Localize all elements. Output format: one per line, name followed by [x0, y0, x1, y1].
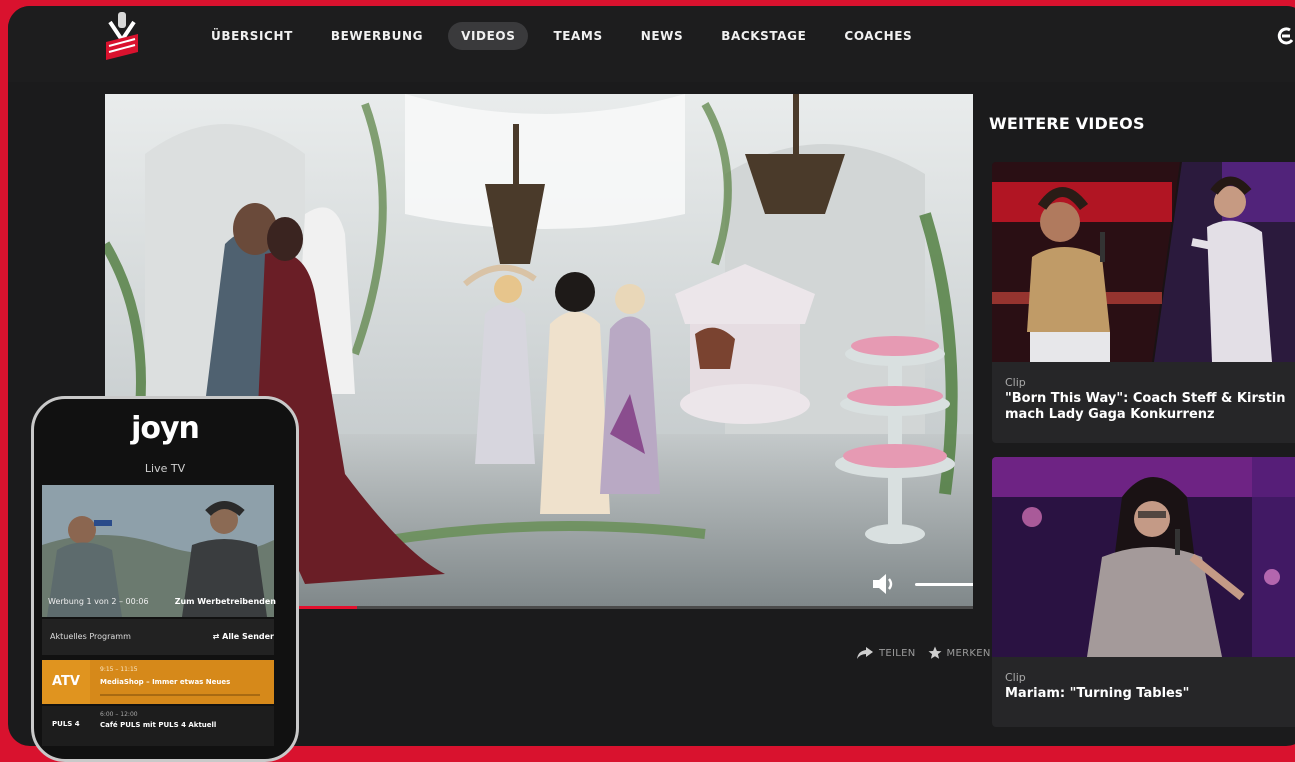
save-label: MERKEN — [946, 647, 991, 659]
save-button[interactable]: MERKEN — [928, 646, 991, 660]
program-progress — [100, 694, 260, 696]
nav-backstage[interactable]: BACKSTAGE — [708, 22, 819, 50]
joyn-phone-ad[interactable]: joyn Live TV Werbung 1 von 2 – 00:06 Zum… — [31, 396, 299, 762]
nav-videos[interactable]: VIDEOS — [448, 22, 529, 50]
program-row[interactable]: ATV 9:15 – 11:15 MediaShop – Immer etwas… — [42, 660, 274, 704]
nav-bewerbung[interactable]: BEWERBUNG — [318, 22, 436, 50]
live-tv-label: Live TV — [144, 462, 186, 475]
the-voice-logo[interactable] — [100, 12, 144, 64]
video-thumbnail — [992, 457, 1295, 657]
nav-news[interactable]: NEWS — [628, 22, 697, 50]
nav-teams[interactable]: TEAMS — [540, 22, 615, 50]
program-title: MediaShop – Immer etwas Neues — [100, 678, 231, 686]
main-nav: ÜBERSICHT BEWERBUNG VIDEOS TEAMS NEWS BA… — [198, 22, 937, 50]
program-time: 9:15 – 11:15 — [100, 666, 138, 673]
video-actions: TEILEN MERKEN — [844, 646, 991, 660]
swap-icon: ⇄ — [212, 632, 223, 641]
program-label: Aktuelles Programm — [50, 632, 131, 641]
nav-coaches[interactable]: COACHES — [831, 22, 925, 50]
share-button[interactable]: TEILEN — [856, 646, 916, 660]
top-navigation: ÜBERSICHT BEWERBUNG VIDEOS TEAMS NEWS BA… — [8, 6, 1295, 82]
nav-uebersicht[interactable]: ÜBERSICHT — [198, 22, 306, 50]
avatar-icon[interactable] — [1276, 26, 1295, 46]
volume-slider[interactable] — [915, 583, 973, 586]
share-label: TEILEN — [879, 647, 916, 659]
video-card[interactable]: Clip "Born This Way": Coach Steff & Kirs… — [992, 162, 1295, 443]
video-thumbnail — [992, 162, 1295, 362]
card-title: Mariam: "Turning Tables" — [1005, 686, 1190, 701]
joyn-logo: joyn — [131, 411, 200, 446]
card-tag: Clip — [1005, 671, 1026, 684]
all-channels-button[interactable]: ⇄ Alle Sender — [213, 632, 274, 641]
share-icon — [857, 647, 873, 659]
channel-logo: ATV — [42, 660, 90, 704]
ad-counter: Werbung 1 von 2 – 00:06 — [48, 597, 149, 606]
program-time: 6:00 – 12:00 — [100, 711, 138, 718]
advertiser-link[interactable]: Zum Werbetreibenden — [175, 597, 276, 606]
card-tag: Clip — [1005, 376, 1026, 389]
star-icon — [928, 646, 942, 659]
card-title: "Born This Way": Coach Steff & Kirstin m… — [1005, 391, 1286, 422]
video-card[interactable]: Clip Mariam: "Turning Tables" — [992, 457, 1295, 727]
volume-icon[interactable] — [870, 570, 898, 598]
channel-logo: PULS 4 — [52, 720, 80, 728]
program-row[interactable]: PULS 4 6:00 – 12:00 Café PULS mit PULS 4… — [42, 706, 274, 746]
all-channels-label: Alle Sender — [222, 632, 274, 641]
sidebar-title: WEITERE VIDEOS — [989, 114, 1145, 133]
